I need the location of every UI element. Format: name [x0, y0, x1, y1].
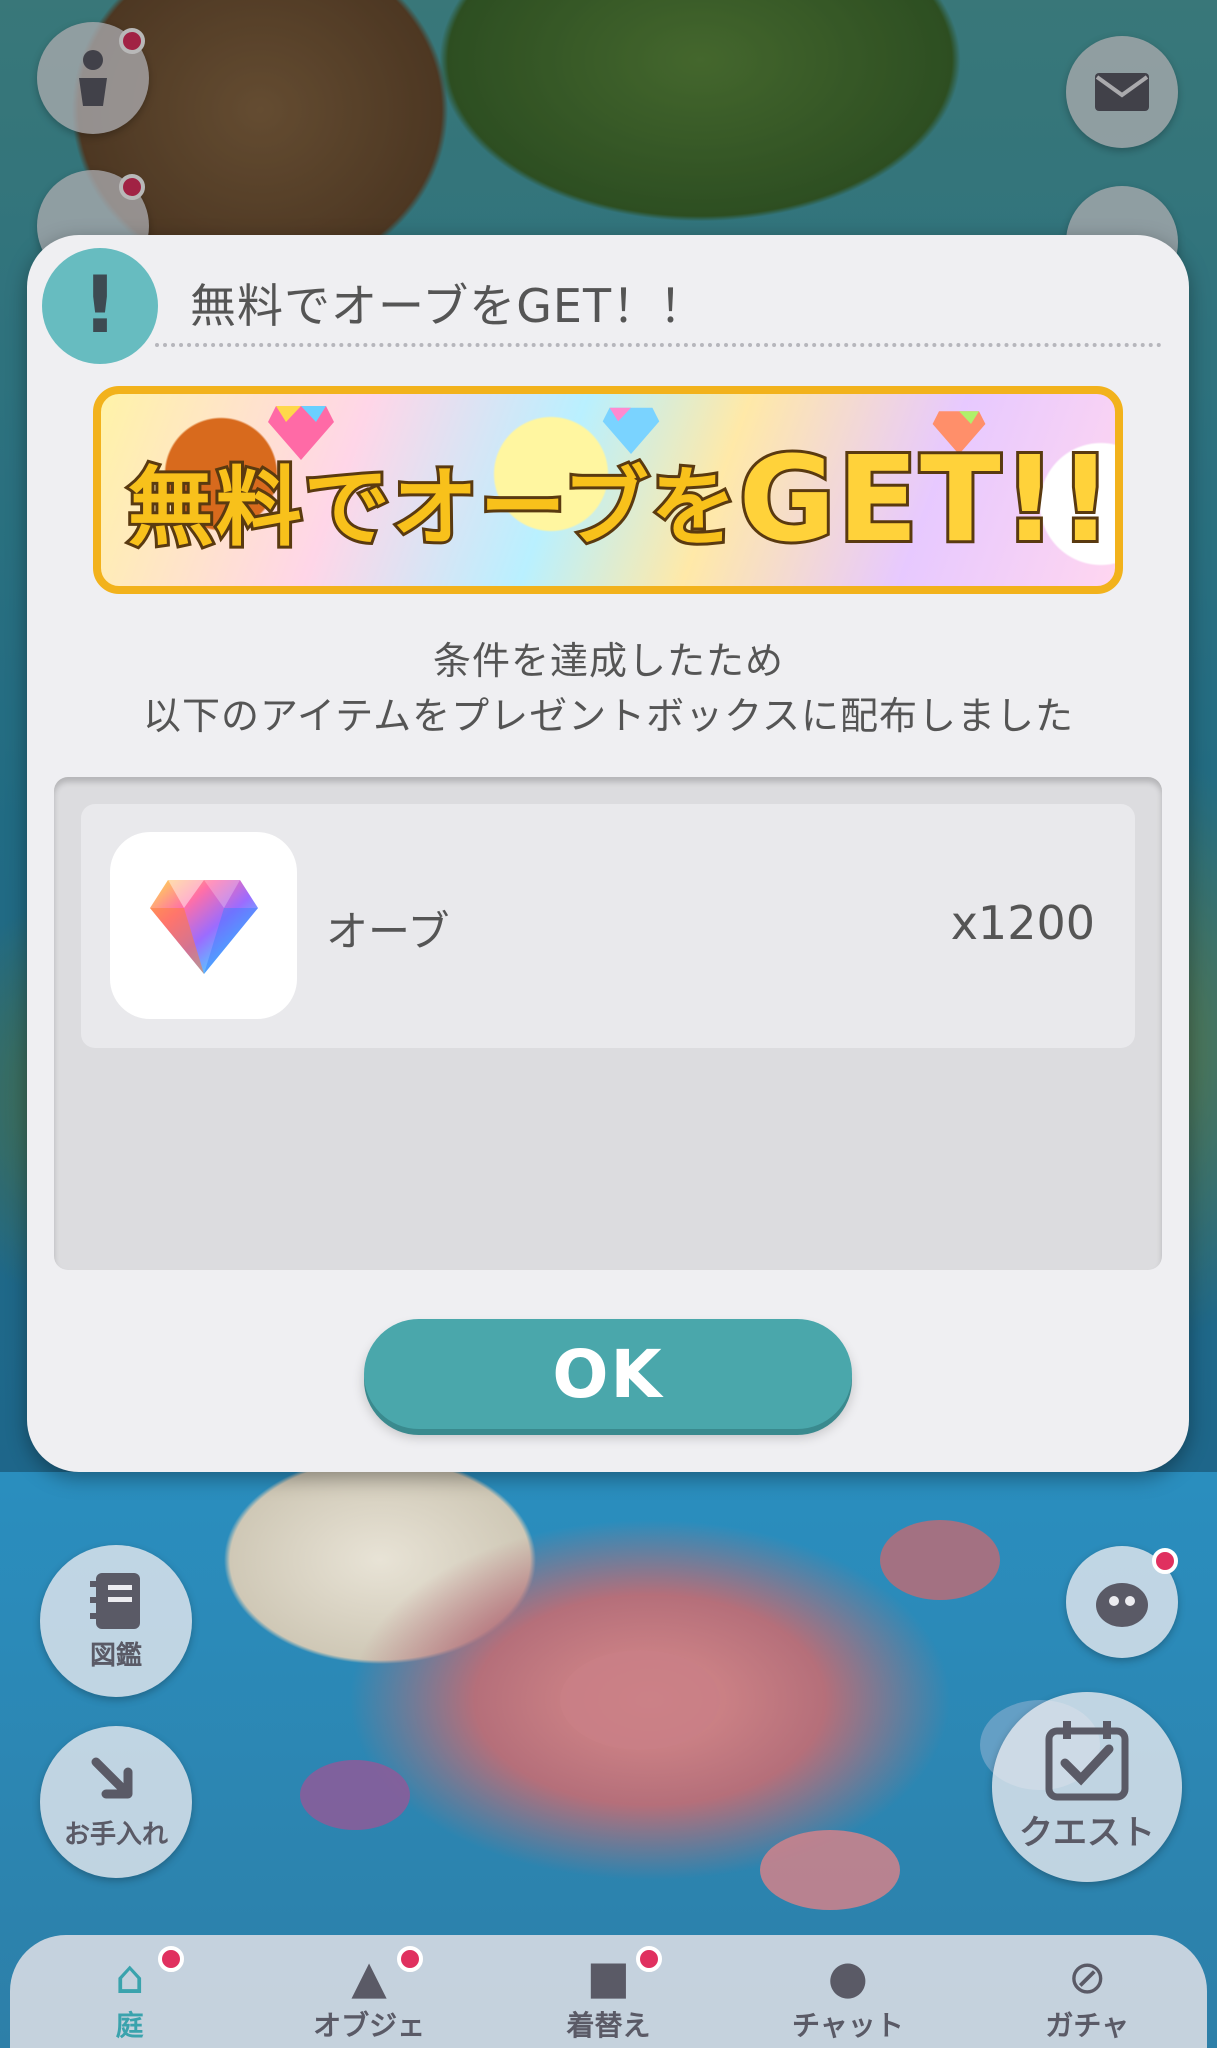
- nav-item-niwa[interactable]: ⌂ 庭: [30, 1938, 230, 2048]
- bottom-navigation-bar: ⌂ 庭 ▲ オブジェ ■ 着替え ● チャット ⊘ ガチャ: [10, 1935, 1207, 2048]
- penguin-icon: [1096, 1583, 1148, 1627]
- gacha-icon: ⊘: [1067, 1950, 1107, 2004]
- notification-badge: [636, 1946, 663, 1972]
- quest-label: クエスト: [1019, 1812, 1155, 1853]
- reward-item-name: オーブ: [326, 907, 450, 956]
- nav-item-kigae[interactable]: ■ 着替え: [508, 1938, 708, 2048]
- banner-text-main: GET!!: [736, 427, 1115, 571]
- nav-label: 庭: [115, 2009, 144, 2042]
- nav-item-gacha[interactable]: ⊘ ガチャ: [987, 1938, 1187, 2048]
- ok-button[interactable]: OK: [364, 1319, 852, 1429]
- exclamation-icon: !: [42, 248, 158, 364]
- message-line-2: 以下のアイテムをプレゼントボックスに配布しました: [142, 694, 1075, 738]
- rainbow-gem-icon: [150, 880, 258, 974]
- notification-badge: [157, 1946, 184, 1972]
- notification-badge: [397, 1946, 424, 1972]
- care-arrow-icon: [91, 1757, 133, 1798]
- oteire-button[interactable]: お手入れ: [40, 1726, 192, 1878]
- pet-button[interactable]: [1066, 1546, 1178, 1658]
- banner-headline: 無料でオーブを GET!!: [125, 424, 1115, 574]
- zukan-button[interactable]: 図鑑: [40, 1545, 192, 1697]
- house-icon: ⌂: [115, 1950, 145, 2004]
- clothes-icon: ■: [586, 1950, 631, 2004]
- notification-badge: [1152, 1548, 1178, 1574]
- nav-item-chat[interactable]: ● チャット: [748, 1938, 948, 2048]
- title-divider: [155, 343, 1162, 347]
- oteire-label: お手入れ: [63, 1819, 168, 1850]
- reward-item-count: x1200: [950, 896, 1095, 950]
- reward-item-icon-box: [110, 832, 297, 1019]
- message-line-1: 条件を達成したため: [432, 639, 784, 683]
- nav-label: 着替え: [566, 2009, 651, 2042]
- calendar-check-icon: [1045, 1720, 1129, 1800]
- banner-text-prefix: 無料でオーブを: [125, 455, 740, 561]
- nav-label: チャット: [791, 2009, 904, 2042]
- promo-banner: 無料でオーブを GET!!: [93, 386, 1123, 594]
- chat-bubble-icon: ●: [827, 1950, 868, 2004]
- zukan-label: 図鑑: [89, 1640, 142, 1671]
- notebook-icon: [90, 1572, 140, 1629]
- dialog-title: 無料でオーブをGET！！: [190, 279, 707, 333]
- quest-button[interactable]: クエスト: [992, 1692, 1182, 1882]
- nav-item-object[interactable]: ▲ オブジェ: [269, 1938, 469, 2048]
- object-icon: ▲: [351, 1950, 387, 2004]
- nav-label: ガチャ: [1045, 2009, 1130, 2042]
- nav-label: オブジェ: [313, 2009, 426, 2042]
